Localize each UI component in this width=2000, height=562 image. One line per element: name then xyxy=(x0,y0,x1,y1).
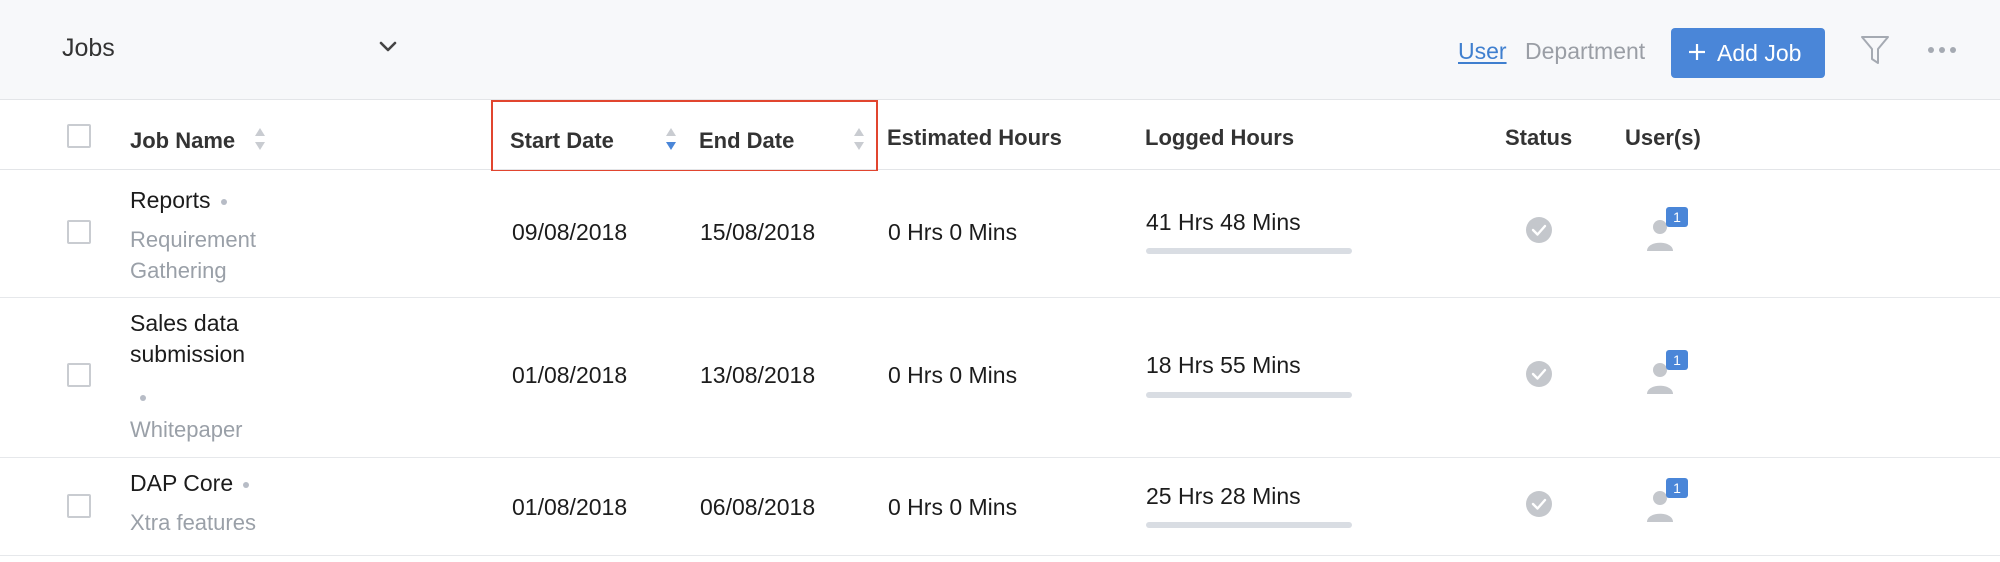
start-date: 01/08/2018 xyxy=(512,494,628,520)
column-users[interactable]: User(s) xyxy=(1625,125,1701,151)
table-row[interactable]: Reports Requirement Gathering 09/08/2018 … xyxy=(0,171,2000,298)
end-date: 13/08/2018 xyxy=(700,362,816,388)
column-estimated-hours[interactable]: Estimated Hours xyxy=(887,125,1062,151)
logged-hours-bar xyxy=(1146,392,1352,398)
check-circle-icon[interactable] xyxy=(1525,360,1553,388)
column-status[interactable]: Status xyxy=(1505,125,1572,151)
view-department-link[interactable]: Department xyxy=(1525,38,1645,65)
job-subtitle: Whitepaper xyxy=(130,417,243,442)
table-row[interactable]: DAP Core Xtra features 01/08/2018 06/08/… xyxy=(0,458,2000,556)
job-name[interactable]: Sales data submission xyxy=(130,308,245,370)
end-date: 15/08/2018 xyxy=(700,219,816,245)
check-circle-icon[interactable] xyxy=(1525,216,1553,244)
logged-hours: 25 Hrs 28 Mins xyxy=(1146,483,1301,509)
start-date: 01/08/2018 xyxy=(512,362,628,388)
module-title: Jobs xyxy=(62,34,115,62)
table-row[interactable]: Sales data submission Whitepaper 01/08/20… xyxy=(0,298,2000,458)
row-checkbox[interactable] xyxy=(67,494,91,518)
add-job-button[interactable]: Add Job xyxy=(1671,28,1825,78)
column-logged-hours[interactable]: Logged Hours xyxy=(1145,125,1294,151)
row-checkbox[interactable] xyxy=(67,363,91,387)
module-dropdown[interactable]: Jobs xyxy=(62,26,402,74)
job-name[interactable]: DAP Core xyxy=(130,468,250,499)
estimated-hours: 0 Hrs 0 Mins xyxy=(888,362,1018,388)
view-user-link[interactable]: User xyxy=(1458,38,1507,65)
add-job-label: Add Job xyxy=(1717,40,1802,66)
row-checkbox[interactable] xyxy=(67,220,91,244)
logged-hours: 18 Hrs 55 Mins xyxy=(1146,352,1301,378)
estimated-hours: 0 Hrs 0 Mins xyxy=(888,219,1018,245)
job-name[interactable]: Reports xyxy=(130,185,227,216)
job-subtitle: Xtra features xyxy=(130,510,256,535)
end-date: 06/08/2018 xyxy=(700,494,816,520)
job-subtitle: Requirement Gathering xyxy=(130,227,256,283)
assigned-users[interactable]: 1 xyxy=(1644,207,1692,255)
date-columns-highlight xyxy=(491,100,878,172)
toolbar: Jobs User Department Add Job xyxy=(0,0,2000,100)
start-date: 09/08/2018 xyxy=(512,219,628,245)
logged-hours-bar xyxy=(1146,522,1352,528)
logged-hours-bar xyxy=(1146,248,1352,254)
user-count-badge: 1 xyxy=(1666,478,1688,498)
separator-dot xyxy=(220,198,227,205)
estimated-hours: 0 Hrs 0 Mins xyxy=(888,494,1018,520)
assigned-users[interactable]: 1 xyxy=(1644,478,1692,526)
column-job-name[interactable]: Job Name xyxy=(130,128,235,154)
separator-dot xyxy=(140,395,146,401)
table-header: Job Name Start Date End Date Estimated H… xyxy=(0,100,2000,170)
sort-icon[interactable] xyxy=(254,126,266,152)
user-count-badge: 1 xyxy=(1666,207,1688,227)
more-horizontal-icon[interactable] xyxy=(1926,40,1958,60)
chevron-down-icon xyxy=(379,41,397,52)
logged-hours: 41 Hrs 48 Mins xyxy=(1146,209,1301,235)
plus-icon xyxy=(1689,44,1705,60)
assigned-users[interactable]: 1 xyxy=(1644,350,1692,398)
separator-dot xyxy=(243,481,250,488)
filter-icon[interactable] xyxy=(1860,34,1890,66)
user-count-badge: 1 xyxy=(1666,350,1688,370)
check-circle-icon[interactable] xyxy=(1525,490,1553,518)
select-all-checkbox[interactable] xyxy=(67,124,91,148)
